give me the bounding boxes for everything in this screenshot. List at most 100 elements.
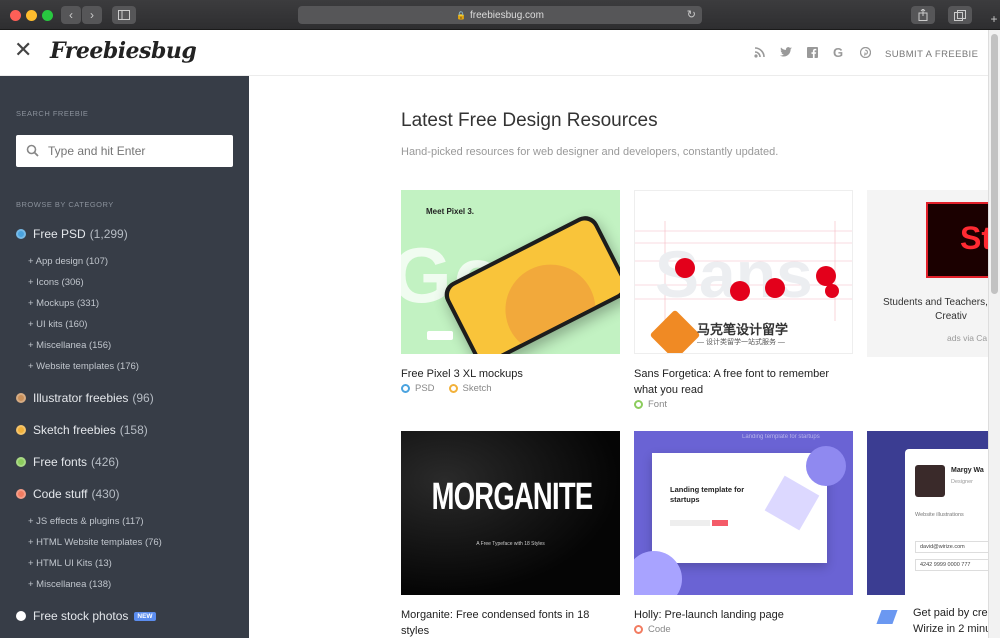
rss-icon[interactable]	[754, 47, 765, 61]
category-dot	[16, 611, 26, 621]
tag-sketch[interactable]: Sketch	[448, 383, 492, 394]
tag-label: PSD	[415, 383, 435, 394]
subcategory-mockups[interactable]: + Mockups (331)	[28, 298, 99, 309]
category-dot	[16, 229, 26, 239]
ad-card[interactable]: St Students and Teachers, Adobe Creativ …	[867, 190, 988, 357]
ad-title[interactable]: Students and Teachers, Adobe Creativ	[881, 296, 988, 324]
category-free-psd[interactable]: Free PSD (1,299)	[16, 227, 128, 241]
facebook-icon[interactable]	[807, 47, 818, 61]
tabs-button[interactable]	[948, 6, 972, 24]
thumb-title: MORGANITE	[431, 476, 593, 518]
card-thumbnail[interactable]: Meet Pixel 3. Go	[401, 190, 620, 354]
back-button[interactable]: ‹	[61, 6, 81, 24]
sidebar-toggle-button[interactable]	[112, 6, 136, 24]
subcategory-icons[interactable]: + Icons (306)	[28, 277, 84, 288]
google-icon[interactable]: G	[833, 45, 843, 60]
card-tags: Font	[634, 399, 853, 410]
category-label: Free PSD	[33, 227, 86, 241]
profile-link: Website illustrations	[915, 512, 964, 518]
search-field[interactable]	[16, 135, 233, 167]
watermark-subtext: — 设计类留学一站式服务 —	[697, 339, 785, 346]
site-logo[interactable]: Freebiesbug	[50, 38, 197, 64]
resource-card[interactable]: MORGANITE A Free Typeface with 18 Styles…	[401, 431, 620, 638]
category-fonts[interactable]: Free fonts (426)	[16, 455, 119, 469]
page-title: Latest Free Design Resources	[401, 110, 658, 131]
category-label: Code stuff	[33, 487, 88, 501]
share-button[interactable]	[911, 6, 935, 24]
tag-psd[interactable]: PSD	[401, 383, 435, 394]
close-window-button[interactable]	[10, 10, 21, 21]
resource-card[interactable]: Sans 马克笔设计留学 — 设计类留学一站式服务 — Sans Forgeti…	[634, 190, 853, 410]
ad-card[interactable]: Margy Wa Designer Website illustrations …	[867, 431, 988, 638]
category-code[interactable]: Code stuff (430)	[16, 487, 120, 501]
sidebar-icon	[118, 10, 130, 20]
twitter-icon[interactable]	[780, 47, 792, 60]
card-title[interactable]: Morganite: Free condensed fonts in 18 st…	[401, 607, 620, 638]
thumb-caption: Meet Pixel 3.	[426, 207, 475, 216]
card-thumbnail[interactable]: Sans 马克笔设计留学 — 设计类留学一站式服务 —	[634, 190, 853, 354]
subcategory-website-templates[interactable]: + Website templates (176)	[28, 361, 139, 372]
zoom-window-button[interactable]	[42, 10, 53, 21]
category-dot	[16, 489, 26, 499]
category-count: (158)	[119, 423, 148, 437]
category-illustrator[interactable]: Illustrator freebies (96)	[16, 391, 154, 405]
forward-button[interactable]: ›	[82, 6, 102, 24]
category-sketch[interactable]: Sketch freebies (158)	[16, 423, 148, 437]
search-icon	[26, 144, 39, 157]
close-icon[interactable]: ✕	[14, 39, 32, 61]
reload-icon[interactable]: ↻	[687, 8, 696, 21]
category-stock-photos[interactable]: Free stock photos NEW	[16, 609, 156, 623]
sidebar: SEARCH FREEBIE BROWSE BY CATEGORY Free P…	[0, 76, 249, 638]
wirize-logo-icon	[876, 610, 898, 624]
thumb-input	[670, 520, 710, 526]
new-tab-button[interactable]: +	[988, 12, 1000, 30]
subcategory-ui-kits[interactable]: + UI kits (160)	[28, 319, 87, 330]
watermark-text: 马克笔设计留学	[697, 322, 789, 337]
browser-window: ‹ › 🔒 freebiesbug.com ↻ + ✕ Freebiesbug …	[0, 0, 1000, 638]
card-title[interactable]: Sans Forgetica: A free font to remember …	[634, 366, 853, 398]
browser-toolbar: ‹ › 🔒 freebiesbug.com ↻	[0, 0, 1000, 30]
submit-freebie-link[interactable]: SUBMIT A FREEBIE	[885, 49, 978, 60]
address-bar[interactable]: 🔒 freebiesbug.com ↻	[298, 6, 702, 24]
thumb-circle	[806, 446, 846, 486]
ad-credit[interactable]: ads via Ca	[947, 333, 987, 343]
card-thumbnail[interactable]: MORGANITE A Free Typeface with 18 Styles	[401, 431, 620, 595]
site-header: ✕ Freebiesbug G SUBMIT A FREEBIE	[0, 30, 988, 76]
card-title[interactable]: Holly: Pre-launch landing page	[634, 607, 853, 623]
ad-title[interactable]: Get paid by cre Wirize in 2 minu	[913, 605, 988, 637]
tag-dot	[634, 400, 643, 409]
scrollbar-thumb[interactable]	[991, 34, 998, 294]
category-count: (1,299)	[89, 227, 128, 241]
subcategory-code-miscellanea[interactable]: + Miscellanea (138)	[28, 579, 111, 590]
card-title[interactable]: Free Pixel 3 XL mockups	[401, 366, 620, 382]
pinterest-icon[interactable]	[859, 46, 872, 61]
resource-card[interactable]: Landing template for startups Landing te…	[634, 431, 853, 635]
card-thumbnail[interactable]: Margy Wa Designer Website illustrations …	[867, 431, 988, 595]
thumb-button	[427, 331, 453, 340]
subcategory-html-ui-kits[interactable]: + HTML UI Kits (13)	[28, 558, 112, 569]
share-icon	[918, 9, 928, 21]
tag-font[interactable]: Font	[634, 399, 667, 410]
subcategory-app-design[interactable]: + App design (107)	[28, 256, 108, 267]
card-thumbnail[interactable]: Landing template for startups Landing te…	[634, 431, 853, 595]
thumb-shape	[764, 475, 820, 531]
category-label: Free fonts	[33, 455, 88, 469]
tag-dot	[448, 384, 458, 393]
avatar	[915, 465, 945, 497]
subcategory-html-templates[interactable]: + HTML Website templates (76)	[28, 537, 162, 548]
category-count: (430)	[91, 487, 120, 501]
resource-card[interactable]: Meet Pixel 3. Go Free Pixel 3 XL mockups…	[401, 190, 620, 394]
profile-name: Margy Wa	[951, 467, 984, 474]
category-count: (426)	[91, 455, 120, 469]
main-content: Latest Free Design Resources Hand-picked…	[249, 76, 988, 638]
profile-panel: Margy Wa Designer Website illustrations …	[905, 449, 988, 595]
category-dot	[16, 457, 26, 467]
category-label: Sketch freebies	[33, 423, 116, 437]
minimize-window-button[interactable]	[26, 10, 37, 21]
scrollbar[interactable]	[988, 30, 1000, 638]
category-count: (96)	[132, 391, 154, 405]
subcategory-miscellanea[interactable]: + Miscellanea (156)	[28, 340, 111, 351]
search-input[interactable]	[48, 144, 218, 158]
tag-code[interactable]: Code	[634, 624, 671, 635]
subcategory-js-effects[interactable]: + JS effects & plugins (117)	[28, 516, 144, 527]
